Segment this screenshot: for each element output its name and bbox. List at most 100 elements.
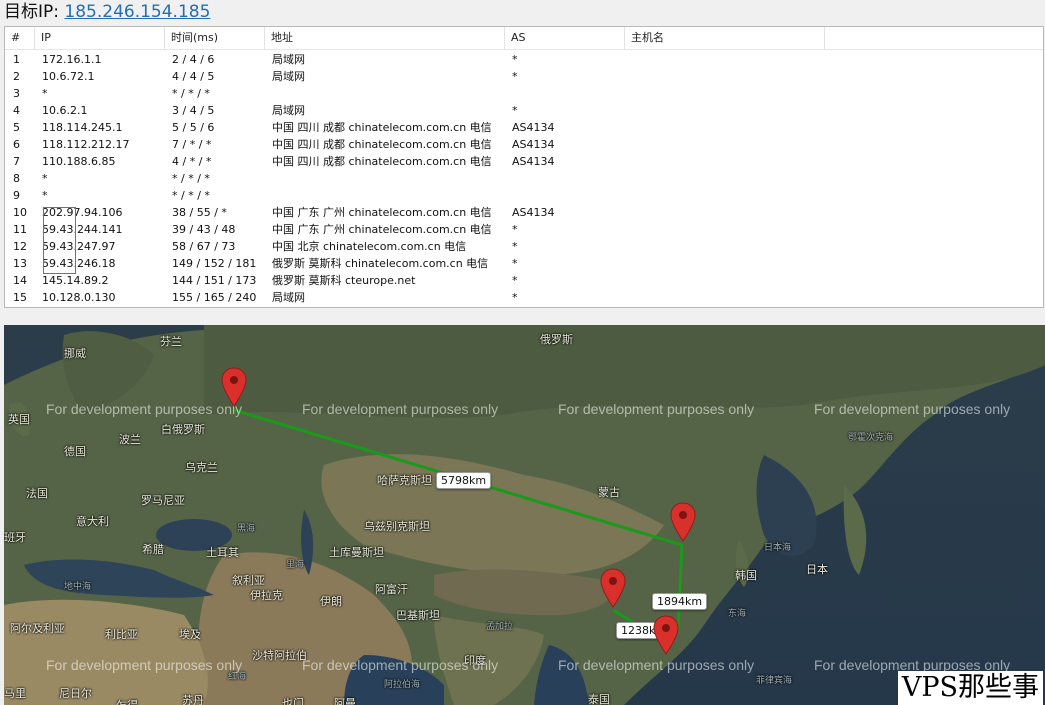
brand-watermark: VPS那些事	[897, 671, 1043, 705]
hop-address: 俄罗斯 莫斯科 chinatelecom.com.cn 电信	[272, 257, 489, 270]
map-label-syria: 叙利亚	[232, 574, 265, 587]
hop-ip: 118.112.212.17	[42, 138, 130, 151]
watermark-6: For development purposes only	[302, 657, 499, 673]
hop-as: *	[512, 70, 518, 83]
table-row[interactable]: 2 10.6.72.1 4 / 4 / 5 局域网 *	[5, 68, 1043, 85]
map-label-korea: 韩国	[735, 569, 757, 582]
watermark-3: For development purposes only	[558, 401, 755, 417]
map-label-arabian-sea: 阿拉伯海	[384, 680, 421, 690]
map-pin-beijing[interactable]	[670, 502, 696, 542]
map-label-norway: 挪威	[64, 347, 86, 360]
hop-number: 1	[13, 53, 20, 66]
hop-number: 7	[13, 155, 20, 168]
watermark-2: For development purposes only	[302, 401, 499, 417]
map-label-ukraine: 乌克兰	[185, 461, 218, 474]
map-label-afghanistan: 阿富汗	[375, 583, 408, 596]
hop-number: 3	[13, 87, 20, 100]
table-row[interactable]: 8 * * / * / *	[5, 170, 1043, 187]
hop-time: 155 / 165 / 240	[172, 291, 257, 304]
table-row[interactable]: 9 * * / * / *	[5, 187, 1043, 204]
map-label-sudan: 苏丹	[182, 694, 204, 705]
map-label-libya: 利比亚	[105, 628, 138, 641]
table-row[interactable]: 6 118.112.212.17 7 / * / * 中国 四川 成都 chinate…	[5, 136, 1043, 153]
map-pin-moscow[interactable]	[221, 367, 247, 407]
column-header-time[interactable]: 时间(ms)	[165, 27, 265, 49]
map-label-chad: 乍得	[116, 697, 138, 705]
hop-address: 中国 四川 成都 chinatelecom.com.cn 电信	[272, 138, 492, 151]
table-row[interactable]: 10 202.97.94.106 38 / 55 / * 中国 广东 广州 china…	[5, 204, 1043, 221]
hop-time: 38 / 55 / *	[172, 206, 227, 219]
table-row[interactable]: 4 10.6.2.1 3 / 4 / 5 局域网 *	[5, 102, 1043, 119]
route-map[interactable]: 芬兰 俄罗斯 挪威 英国 白俄罗斯 波兰 德国 乌克兰 法国 罗马尼亚 哈萨克斯…	[4, 325, 1045, 705]
hop-as: *	[512, 257, 518, 270]
hop-address: 中国 四川 成都 chinatelecom.com.cn 电信	[272, 121, 492, 134]
target-ip-link[interactable]: 185.246.154.185	[64, 2, 210, 22]
hop-ip: 145.14.89.2	[42, 274, 109, 287]
traceroute-table: # IP 时间(ms) 地址 AS 主机名 1 172.16.1.1 2 / 4 /…	[4, 26, 1044, 308]
hop-address: 中国 北京 chinatelecom.com.cn 电信	[272, 240, 467, 253]
column-header-num[interactable]: #	[5, 27, 35, 49]
map-label-iraq: 伊拉克	[250, 589, 283, 602]
map-label-pakistan: 巴基斯坦	[396, 609, 440, 622]
map-label-finland: 芬兰	[160, 335, 182, 348]
table-row[interactable]: 13 59.43.246.18 149 / 152 / 181 俄罗斯 莫斯科 chi…	[5, 255, 1043, 272]
map-label-japan: 日本	[806, 563, 828, 576]
hop-time: 3 / 4 / 5	[172, 104, 215, 117]
map-label-yemen: 也门	[282, 697, 304, 705]
highlight-box	[43, 207, 76, 274]
map-pin-chengdu[interactable]	[600, 568, 626, 608]
hop-time: 5 / 5 / 6	[172, 121, 215, 134]
hop-time: 2 / 4 / 6	[172, 53, 215, 66]
distance-label-moscow-beijing: 5798km	[436, 472, 492, 489]
hop-number: 10	[13, 206, 27, 219]
table-row[interactable]: 5 118.114.245.1 5 / 5 / 6 中国 四川 成都 chinatel…	[5, 119, 1043, 136]
hop-ip: 10.128.0.130	[42, 291, 116, 304]
hop-address: 局域网	[272, 53, 305, 66]
map-label-turkey: 土耳其	[206, 546, 239, 559]
table-header: # IP 时间(ms) 地址 AS 主机名	[5, 27, 1043, 50]
map-pin-guangzhou[interactable]	[653, 615, 679, 655]
map-label-russia: 俄罗斯	[540, 333, 573, 346]
table-row[interactable]: 15 10.128.0.130 155 / 165 / 240 局域网 *	[5, 289, 1043, 306]
table-body: 1 172.16.1.1 2 / 4 / 6 局域网 * 2 10.6.72.1 4 / 4 …	[5, 51, 1043, 306]
hop-time: * / * / *	[172, 189, 210, 202]
column-header-hostname[interactable]: 主机名	[625, 27, 825, 49]
hop-ip: 10.6.72.1	[42, 70, 95, 83]
map-label-turkmenistan: 土库曼斯坦	[329, 546, 384, 559]
map-label-mali: 马里	[4, 687, 26, 700]
hop-address: 局域网	[272, 104, 305, 117]
hop-number: 12	[13, 240, 27, 253]
table-row[interactable]: 14 145.14.89.2 144 / 151 / 173 俄罗斯 莫斯科 cteu…	[5, 272, 1043, 289]
map-label-bengal: 孟加拉	[486, 622, 514, 632]
hop-as: *	[512, 53, 518, 66]
map-label-algeria: 阿尔及利亚	[10, 622, 65, 635]
map-label-egypt: 埃及	[179, 628, 201, 641]
hop-as: AS4134	[512, 206, 555, 219]
hop-as: *	[512, 223, 518, 236]
map-label-uzbekistan: 乌兹别克斯坦	[364, 520, 430, 533]
hop-number: 6	[13, 138, 20, 151]
map-label-caspian: 里海	[286, 560, 305, 570]
table-row[interactable]: 3 * * / * / *	[5, 85, 1043, 102]
column-header-address[interactable]: 地址	[265, 27, 505, 49]
column-header-ip[interactable]: IP	[35, 27, 165, 49]
map-label-niger: 尼日尔	[59, 687, 92, 700]
hop-number: 8	[13, 172, 20, 185]
table-row[interactable]: 12 59.43.247.97 58 / 67 / 73 中国 北京 chinatel…	[5, 238, 1043, 255]
hop-as: AS4134	[512, 138, 555, 151]
hop-ip: 118.114.245.1	[42, 121, 123, 134]
map-label-mongolia: 蒙古	[598, 486, 620, 499]
hop-number: 11	[13, 223, 27, 236]
hop-address: 中国 广东 广州 chinatelecom.com.cn 电信	[272, 223, 492, 236]
column-header-as[interactable]: AS	[505, 27, 625, 49]
table-row[interactable]: 11 59.43.244.141 39 / 43 / 48 中国 广东 广州 chin…	[5, 221, 1043, 238]
hop-ip: *	[42, 189, 48, 202]
map-label-germany: 德国	[64, 445, 86, 458]
hop-number: 5	[13, 121, 20, 134]
table-row[interactable]: 1 172.16.1.1 2 / 4 / 6 局域网 *	[5, 51, 1043, 68]
table-row[interactable]: 7 110.188.6.85 4 / * / * 中国 四川 成都 chinatele…	[5, 153, 1043, 170]
watermark-1: For development purposes only	[46, 401, 243, 417]
map-label-spain: 班牙	[4, 531, 26, 544]
map-label-philippine-sea: 菲律宾海	[756, 676, 793, 686]
map-label-italy: 意大利	[76, 515, 109, 528]
